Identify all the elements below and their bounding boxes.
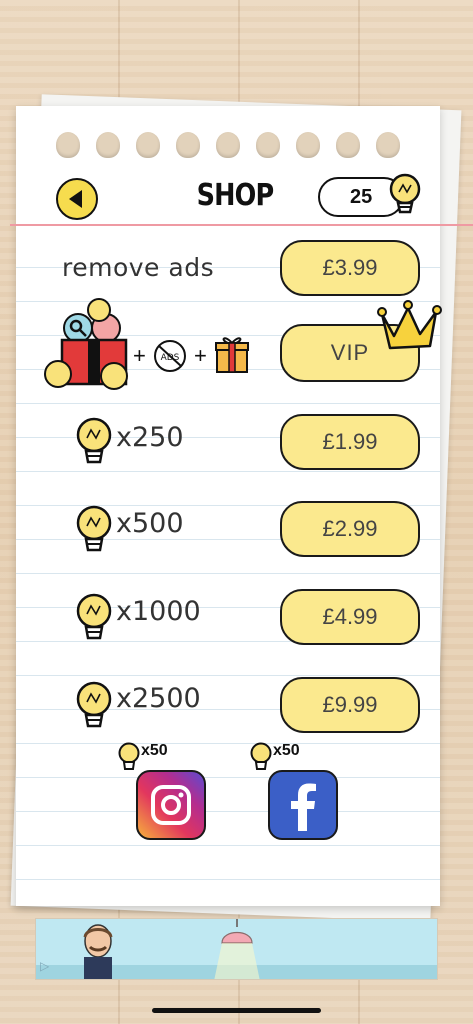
- lamp-icon: [214, 919, 260, 979]
- remove-ads-label: remove ads: [62, 253, 215, 282]
- lightbulb-icon: [389, 173, 421, 214]
- binder-hole: [216, 132, 240, 158]
- ad-info-icon[interactable]: ▷: [40, 959, 56, 975]
- plus-sign: +: [133, 343, 146, 368]
- bulb-quantity-label: x500: [116, 508, 184, 539]
- present-icon: [215, 337, 249, 373]
- bulbs-250-price-button[interactable]: £1.99: [280, 414, 420, 470]
- crown-icon: [377, 300, 442, 350]
- binder-hole: [96, 132, 120, 158]
- lightbulb-icon: [76, 505, 112, 552]
- bulb-quantity-label: x250: [116, 422, 184, 453]
- binder-hole: [176, 132, 200, 158]
- home-indicator: [152, 1008, 321, 1013]
- bulbs-500-price-button[interactable]: £2.99: [280, 501, 420, 557]
- facebook-button[interactable]: [268, 770, 338, 840]
- bulb-count: 25: [350, 185, 373, 208]
- lightbulb-icon: [118, 742, 140, 770]
- red-margin-line: [10, 224, 473, 226]
- remove-ads-price-button[interactable]: £3.99: [280, 240, 420, 296]
- binder-hole: [56, 132, 80, 158]
- plus-sign: +: [194, 343, 207, 368]
- binder-hole: [376, 132, 400, 158]
- ad-banner[interactable]: ▷: [35, 918, 438, 980]
- lightbulb-icon: [76, 681, 112, 728]
- page-title: SHOP: [196, 178, 275, 213]
- ad-character-image: [83, 924, 113, 979]
- back-button[interactable]: [56, 178, 98, 220]
- binder-hole: [136, 132, 160, 158]
- facebook-icon: [291, 783, 316, 831]
- bulbs-1000-price-button[interactable]: £4.99: [280, 589, 420, 645]
- binder-hole: [336, 132, 360, 158]
- no-ads-icon: ADS: [154, 340, 186, 372]
- instagram-icon: [151, 785, 191, 825]
- lightbulb-icon: [76, 593, 112, 640]
- bulbs-2500-price-button[interactable]: £9.99: [280, 677, 420, 733]
- binder-hole: [256, 132, 280, 158]
- instagram-button[interactable]: [136, 770, 206, 840]
- instagram-reward: x50: [141, 742, 168, 759]
- back-arrow-icon: [69, 190, 82, 208]
- facebook-reward: x50: [273, 742, 300, 759]
- lightbulb-icon: [76, 417, 112, 464]
- gift-box-icon: [44, 298, 128, 390]
- lightbulb-icon: [250, 742, 272, 770]
- no-ads-text: ADS: [161, 353, 180, 363]
- bulb-quantity-label: x1000: [116, 596, 201, 627]
- binder-hole: [296, 132, 320, 158]
- bulb-quantity-label: x2500: [116, 683, 201, 714]
